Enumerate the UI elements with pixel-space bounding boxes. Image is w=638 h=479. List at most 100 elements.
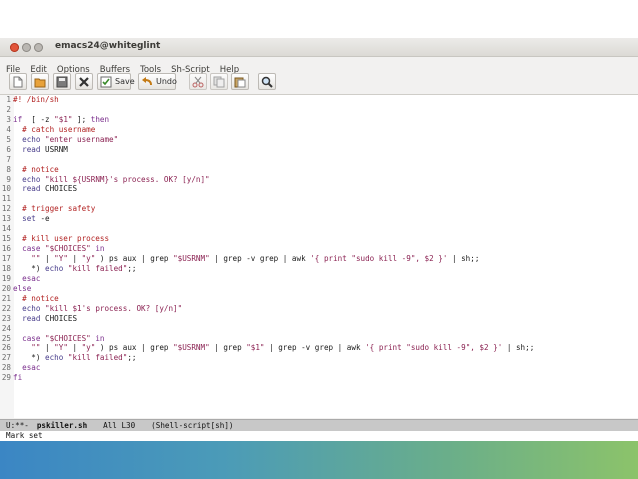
code-token: then — [90, 114, 110, 124]
close-buffer-button[interactable] — [75, 73, 93, 90]
search-icon — [261, 76, 273, 88]
line-number: 20 — [1, 283, 11, 293]
code-token: CHOICES — [40, 313, 78, 323]
code-token: "$CHOICES" — [45, 244, 91, 254]
new-file-button[interactable] — [9, 73, 27, 90]
code-line: 4 # catch username — [0, 125, 534, 135]
line-number: 21 — [1, 293, 11, 303]
code-token: "kill $1's process. OK? [y/n]" — [45, 303, 183, 313]
modeline-major-mode[interactable]: (Shell-script[sh]) — [151, 421, 233, 430]
code-token: "kill failed" — [67, 353, 128, 363]
line-number: 10 — [1, 184, 11, 194]
code-line: 21 # notice — [0, 294, 534, 304]
line-number: 16 — [1, 244, 11, 254]
code-token: *) — [13, 353, 46, 363]
code-line: 7 — [0, 155, 534, 165]
save-button[interactable]: Save — [97, 73, 135, 90]
code-token: ) ps aux | grep — [95, 343, 174, 353]
code-line: 10 read CHOICES — [0, 184, 534, 194]
code-line: 9 echo "kill ${USRNM}'s process. OK? [y/… — [0, 175, 534, 185]
code-token: [ -z — [22, 114, 55, 124]
modeline-buffer-name[interactable]: pskiller.sh — [37, 421, 87, 430]
code-line: 27 *) echo "kill failed";; — [0, 353, 534, 363]
code-token: "kill failed" — [67, 263, 128, 273]
line-number: 9 — [6, 174, 11, 184]
code-token: else — [13, 283, 32, 293]
code-line: 17 "" | "Y" | "y" ) ps aux | grep "$USRN… — [0, 254, 534, 264]
code-token: "Y" — [54, 254, 68, 263]
code-line: 3 if [ -z "$1" ]; then — [0, 115, 534, 125]
paste-icon — [234, 77, 246, 88]
code-line: 15 # kill user process — [0, 234, 534, 244]
code-line: 29 fi — [0, 373, 534, 383]
code-token: esac — [22, 273, 41, 283]
cut-button[interactable] — [189, 73, 207, 90]
echo-area[interactable]: Mark set — [0, 431, 638, 441]
undo-label: Undo — [156, 77, 177, 86]
code-line: 1 #! /bin/sh — [0, 95, 534, 105]
code-token: '{ print "sudo kill -9", $2 }' — [310, 254, 448, 263]
line-number: 8 — [6, 164, 11, 174]
undo-icon — [142, 77, 152, 86]
code-token: read — [22, 144, 41, 154]
close-icon — [79, 77, 89, 87]
code-token: | sh;; — [502, 343, 535, 353]
window-title: emacs24@whiteglint — [55, 41, 161, 51]
minimize-window-button[interactable] — [22, 43, 31, 52]
code-token: # catch username — [22, 124, 96, 134]
save-check-icon — [100, 76, 112, 88]
line-number: 23 — [1, 313, 11, 323]
code-token: in — [95, 244, 105, 254]
code-line: 25 case "$CHOICES" in — [0, 334, 534, 344]
desktop-bottom-background — [0, 441, 638, 479]
paste-button[interactable] — [231, 73, 249, 90]
undo-button[interactable]: Undo — [138, 73, 177, 90]
line-number: 4 — [6, 124, 11, 134]
code-line: 5 echo "enter username" — [0, 135, 534, 145]
line-number: 1 — [6, 95, 11, 104]
code-token: | grep -v grep | awk — [264, 343, 366, 353]
code-token: echo — [22, 174, 41, 184]
code-token: '{ print "sudo kill -9", $2 }' — [365, 343, 503, 353]
code-token: "$1" — [246, 343, 265, 353]
line-number: 5 — [6, 134, 11, 144]
code-lines: 1 #! /bin/sh 2 3 if [ -z "$1" ]; then 4 # cat… — [0, 95, 534, 383]
code-line: 26 "" | "Y" | "y" ) ps aux | grep "$USRN… — [0, 343, 534, 353]
code-token: | sh;; — [447, 254, 480, 263]
code-token: "$CHOICES" — [45, 333, 91, 343]
modeline-position: All L30 — [103, 421, 136, 430]
code-token: "y" — [81, 254, 96, 263]
code-line: 11 — [0, 194, 534, 204]
line-number: 29 — [1, 373, 11, 383]
copy-button[interactable] — [210, 73, 228, 90]
title-bar[interactable]: emacs24@whiteglint — [0, 38, 638, 57]
close-window-button[interactable] — [10, 43, 19, 52]
open-directory-button[interactable] — [31, 73, 49, 90]
editor-text-area[interactable]: 1 #! /bin/sh 2 3 if [ -z "$1" ]; then 4 # cat… — [0, 95, 638, 418]
code-line: 2 — [0, 105, 534, 115]
code-token: "enter username" — [45, 134, 119, 144]
line-number: 14 — [1, 224, 11, 234]
code-token: ]; — [72, 114, 91, 124]
line-number: 18 — [1, 263, 11, 273]
code-token: set — [22, 214, 36, 224]
code-token: if — [13, 114, 23, 124]
code-line: 6 read USRNM — [0, 145, 534, 155]
search-button[interactable] — [258, 73, 276, 90]
maximize-window-button[interactable] — [34, 43, 43, 52]
folder-icon — [34, 78, 46, 88]
save-file-button[interactable] — [53, 73, 71, 90]
line-number: 13 — [1, 214, 11, 224]
code-token: -e — [35, 214, 50, 224]
line-number: 22 — [1, 303, 11, 313]
code-token: "$1" — [54, 114, 73, 124]
line-number: 3 — [6, 114, 11, 124]
code-line: 14 — [0, 224, 534, 234]
